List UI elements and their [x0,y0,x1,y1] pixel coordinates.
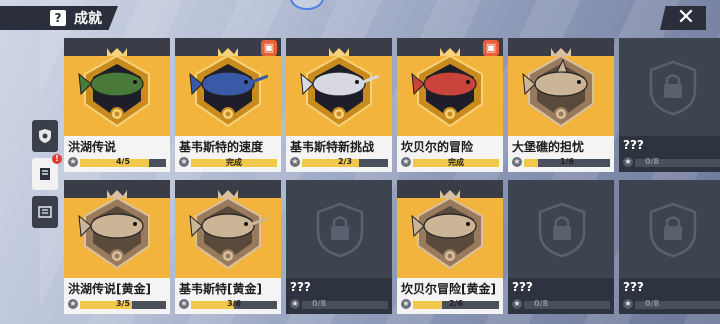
progress-bar: 0/8 [524,299,610,309]
card-title: 洪湖传说 [68,140,117,154]
card-title: ??? [290,280,311,294]
fish-emblem-icon [188,46,269,132]
achievement-card[interactable]: 坎贝尔冒险[黄金] ★ 2/6 [397,180,503,314]
card-title: 大堡礁的担忧 [512,140,585,154]
tab-shield[interactable] [32,120,58,152]
progress-text: 3/6 [226,299,242,308]
card-title: 基韦斯特[黄金] [179,282,262,296]
card-art [286,180,392,278]
title-banner: ? 成就 [0,6,118,30]
star-icon: ★ [401,157,411,167]
progress-bar: 完成 [191,158,277,167]
progress-bar: 3/5 [80,299,166,309]
achievement-grid: 洪湖传说 ★ 4/5 ▣ 基韦斯特的速度 ★ 完成 基韦斯特新挑战 ★ 2/3 [64,38,720,324]
progress-bar: 完成 [413,158,499,167]
star-icon: ★ [179,299,189,309]
star-icon: ★ [623,157,633,167]
progress-bar: 1/6 [524,157,610,167]
progress-text: 0/8 [312,299,327,308]
achievement-card[interactable]: ??? ★ 0/8 [619,38,720,172]
lock-icon [648,202,698,258]
card-title: ??? [623,280,644,294]
shield-icon [39,129,51,143]
card-title: 坎贝尔的冒险 [401,140,474,154]
fish-emblem-icon [521,46,601,132]
achievement-card[interactable]: 洪湖传说 ★ 4/5 [64,38,170,172]
progress-bar: 0/8 [635,157,720,167]
achievement-card[interactable]: 基韦斯特[黄金] ★ 3/6 [175,180,281,314]
close-button[interactable]: ✕ [660,6,706,30]
progress-text: 1/6 [559,157,575,166]
star-icon: ★ [401,299,411,309]
star-icon: ★ [68,157,78,167]
card-art [397,180,503,278]
progress-bar: 0/8 [635,299,720,309]
notification-badge: ! [52,154,62,164]
achievement-card[interactable]: ▣ 坎贝尔的冒险 ★ 完成 [397,38,503,172]
progress-bar: 4/5 [80,157,166,167]
progress-text: 2/3 [337,157,353,166]
fish-emblem-icon [299,46,380,132]
star-icon: ★ [623,299,633,309]
star-icon: ★ [512,157,522,167]
star-icon: ★ [290,157,300,167]
achievement-card[interactable]: ▣ 基韦斯特的速度 ★ 完成 [175,38,281,172]
card-title: ??? [512,280,533,294]
star-icon: ★ [512,299,522,309]
card-art [619,38,720,136]
progress-text: 0/8 [534,299,549,308]
top-orb-icon [290,0,324,10]
progress-text: 0/8 [645,299,660,308]
star-icon: ★ [290,299,300,309]
lock-icon [315,202,365,258]
fish-emblem-icon [77,188,157,274]
progress-bar: 3/6 [191,299,277,309]
progress-text: 0/8 [645,157,660,166]
card-title: ??? [623,138,644,152]
lock-icon [537,202,587,258]
gift-icon[interactable]: ▣ [483,40,499,56]
fish-emblem-icon [410,188,490,274]
achievement-card[interactable]: ??? ★ 0/8 [619,180,720,314]
fish-emblem-icon [410,46,490,132]
card-art [175,180,281,278]
fish-emblem-icon [77,46,157,132]
tab-list[interactable] [32,196,58,228]
achievement-card[interactable]: ??? ★ 0/8 [286,180,392,314]
progress-text: 2/6 [448,299,464,308]
tab-book[interactable]: ! [32,154,62,190]
card-title: 洪湖传说[黄金] [68,282,151,296]
fish-emblem-icon [188,188,269,274]
progress-bar: 2/6 [413,299,499,309]
side-tabs: ! [32,120,62,234]
lock-icon [648,60,698,116]
star-icon: ★ [179,157,189,167]
gift-icon[interactable]: ▣ [261,40,277,56]
achievement-card[interactable]: 洪湖传说[黄金] ★ 3/5 [64,180,170,314]
card-art [508,180,614,278]
achievement-card[interactable]: 基韦斯特新挑战 ★ 2/3 [286,38,392,172]
list-icon [38,206,52,218]
card-title: 基韦斯特新挑战 [290,140,375,154]
card-title: 基韦斯特的速度 [179,140,264,154]
card-art [508,38,614,136]
card-art [64,180,170,278]
progress-text: 完成 [226,158,242,167]
achievement-card[interactable]: ??? ★ 0/8 [508,180,614,314]
top-bar: ? 成就 ✕ [0,0,720,36]
card-title: 坎贝尔冒险[黄金] [401,282,496,296]
progress-text: 4/5 [115,157,131,166]
star-icon: ★ [68,299,78,309]
progress-bar: 2/3 [302,157,388,167]
achievement-card[interactable]: 大堡礁的担忧 ★ 1/6 [508,38,614,172]
progress-bar: 0/8 [302,299,388,309]
card-art [64,38,170,136]
card-art [619,180,720,278]
card-art [286,38,392,136]
book-icon [40,168,50,180]
help-icon[interactable]: ? [50,10,66,26]
progress-text: 3/5 [115,299,131,308]
page-title: 成就 [74,11,102,27]
progress-text: 完成 [448,158,464,167]
